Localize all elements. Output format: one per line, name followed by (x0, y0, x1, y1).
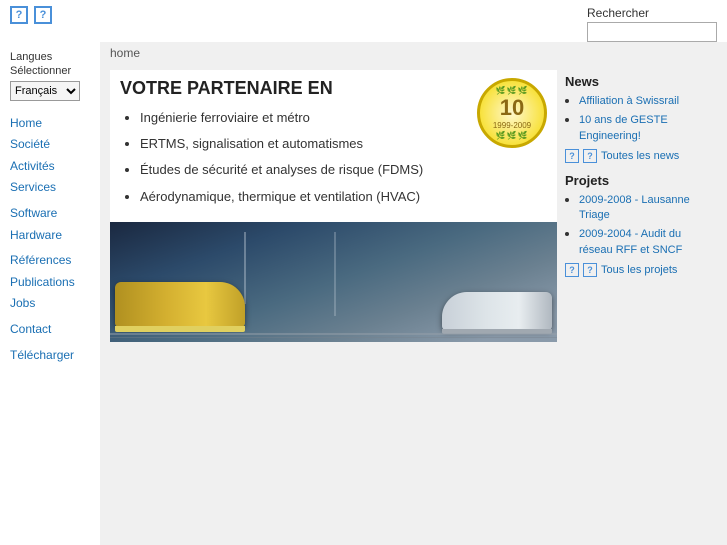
top-bar: ? ? Rechercher (0, 0, 727, 42)
language-select[interactable]: Français (10, 81, 80, 101)
nav-references[interactable]: Références (10, 250, 90, 272)
language-label: Langues Sélectionner (10, 50, 90, 79)
news-icon-1[interactable]: ? (565, 149, 579, 163)
projects-section: Projets 2009-2008 - Lausanne Triage 2009… (565, 173, 709, 277)
list-item: Ingénierie ferroviaire et métro (140, 109, 467, 127)
list-item: ERTMS, signalisation et automatismes (140, 135, 467, 153)
all-news-link[interactable]: Toutes les news (601, 150, 679, 162)
list-item: 2009-2008 - Lausanne Triage (579, 192, 709, 223)
nav-societe[interactable]: Société (10, 134, 90, 156)
content-main: VOTRE PARTENAIRE EN Ingénierie ferroviai… (110, 70, 557, 342)
news-title: News (565, 74, 709, 89)
train-visual (110, 222, 557, 342)
list-item: Aérodynamique, thermique et ventilation … (140, 188, 467, 206)
hero-list: Ingénierie ferroviaire et métro ERTMS, s… (120, 109, 467, 206)
nav-hardware[interactable]: Hardware (10, 225, 90, 247)
all-projects-row: ? ? Tous les projets (565, 263, 709, 277)
nav-home[interactable]: Home (10, 113, 90, 135)
content-top: VOTRE PARTENAIRE EN Ingénierie ferroviai… (110, 70, 557, 222)
nav-section: Home Société Activités Services Software… (10, 113, 90, 367)
list-item: 2009-2004 - Audit du réseau RFF et SNCF (579, 226, 709, 257)
badge-circle: 🌿🌿🌿 10 1999-2009 🌿🌿🌿 (477, 78, 547, 148)
news-section: News Affiliation à Swissrail 10 ans de G… (565, 74, 709, 163)
list-item: 10 ans de GESTE Engineering! (579, 112, 709, 143)
nav-activites[interactable]: Activités (10, 156, 90, 178)
main-layout: Langues Sélectionner Français Home Socié… (0, 42, 727, 545)
badge-years: 1999-2009 (493, 121, 531, 131)
hero-text: VOTRE PARTENAIRE EN Ingénierie ferroviai… (120, 78, 467, 214)
content-left: VOTRE PARTENAIRE EN Ingénierie ferroviai… (110, 70, 557, 342)
nav-jobs[interactable]: Jobs (10, 293, 90, 315)
right-panel: News Affiliation à Swissrail 10 ans de G… (557, 70, 717, 342)
news-link-2[interactable]: 10 ans de GESTE Engineering! (579, 114, 668, 141)
all-news-row: ? ? Toutes les news (565, 149, 709, 163)
breadcrumb: home (110, 46, 717, 62)
sidebar: Langues Sélectionner Français Home Socié… (0, 42, 100, 545)
search-area: Rechercher (587, 6, 717, 42)
search-input[interactable] (587, 22, 717, 42)
hero-image (110, 222, 557, 342)
search-label: Rechercher (587, 6, 649, 20)
projects-title: Projets (565, 173, 709, 188)
nav-telecharger[interactable]: Télécharger (10, 345, 90, 367)
badge-number: 10 (500, 95, 524, 121)
project-link-2[interactable]: 2009-2004 - Audit du réseau RFF et SNCF (579, 228, 682, 255)
content-flex: VOTRE PARTENAIRE EN Ingénierie ferroviai… (110, 70, 717, 342)
projects-icon-1[interactable]: ? (565, 263, 579, 277)
language-section: Langues Sélectionner Français (10, 50, 90, 101)
help-icon-1[interactable]: ? (10, 6, 28, 24)
help-icon-2[interactable]: ? (34, 6, 52, 24)
list-item: Affiliation à Swissrail (579, 93, 709, 108)
content-area: home VOTRE PARTENAIRE EN Ingénierie ferr… (100, 42, 727, 545)
nav-contact[interactable]: Contact (10, 319, 90, 341)
news-list: Affiliation à Swissrail 10 ans de GESTE … (565, 93, 709, 143)
all-projects-link[interactable]: Tous les projets (601, 264, 677, 276)
nav-services[interactable]: Services (10, 177, 90, 199)
top-icons: ? ? (10, 6, 52, 24)
project-link-1[interactable]: 2009-2008 - Lausanne Triage (579, 194, 690, 221)
nav-publications[interactable]: Publications (10, 272, 90, 294)
nav-software[interactable]: Software (10, 203, 90, 225)
page-wrapper: ? ? Rechercher Langues Sélectionner Fran… (0, 0, 727, 545)
hero-title: VOTRE PARTENAIRE EN (120, 78, 467, 99)
news-icon-2[interactable]: ? (583, 149, 597, 163)
list-item: Études de sécurité et analyses de risque… (140, 161, 467, 179)
projects-icon-2[interactable]: ? (583, 263, 597, 277)
projects-list: 2009-2008 - Lausanne Triage 2009-2004 - … (565, 192, 709, 257)
anniversary-badge: 🌿🌿🌿 10 1999-2009 🌿🌿🌿 (477, 78, 547, 148)
news-link-1[interactable]: Affiliation à Swissrail (579, 95, 679, 107)
